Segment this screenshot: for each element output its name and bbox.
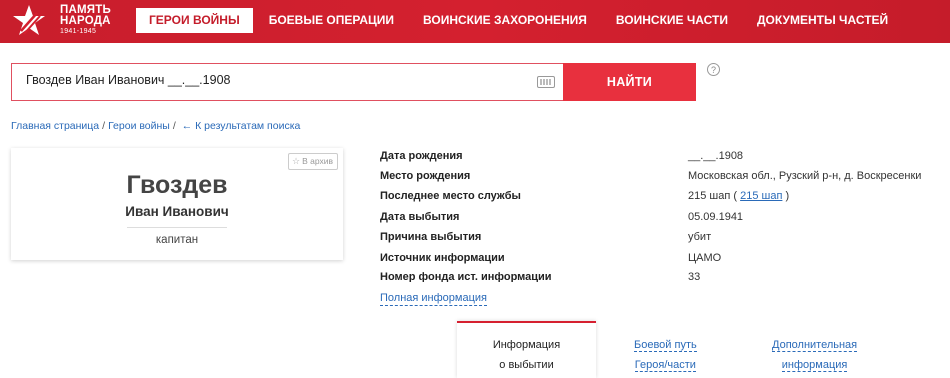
- person-surname: Гвоздев: [126, 171, 228, 199]
- main-nav: ГЕРОИ ВОЙНЫ БОЕВЫЕ ОПЕРАЦИИ ВОИНСКИЕ ЗАХ…: [136, 8, 904, 33]
- star-icon: [13, 5, 45, 35]
- archive-label: В архив: [302, 156, 333, 166]
- info-row-fund-number-clip: Номер фонда ист. информации 33: [380, 271, 950, 282]
- tab-label-line1: Боевой путь: [634, 339, 697, 352]
- person-card: ☆ В архив Гвоздев Иван Иванович капитан: [11, 148, 343, 260]
- star-outline-icon: ☆: [292, 156, 301, 166]
- breadcrumb-heroes[interactable]: Герои войны: [108, 120, 170, 132]
- unit-link[interactable]: 215 шап: [740, 190, 782, 202]
- tab-label-line1: Информация: [492, 339, 561, 351]
- info-row-fund-number: Номер фонда ист. информации 33: [380, 271, 950, 282]
- help-icon[interactable]: ?: [707, 63, 720, 76]
- keyboard-icon[interactable]: [537, 76, 555, 88]
- breadcrumb: Главная страница / Герои войны / ← К резуль…: [11, 120, 300, 132]
- nav-units[interactable]: ВОИНСКИЕ ЧАСТИ: [603, 8, 741, 33]
- info-label: Источник информации: [380, 252, 505, 264]
- nav-heroes[interactable]: ГЕРОИ ВОЙНЫ: [136, 8, 253, 33]
- info-value: ЦАМО: [688, 252, 722, 264]
- tab-additional-info[interactable]: Дополнительная информация: [772, 335, 858, 375]
- info-value: 215 шап ( 215 шап ): [688, 190, 789, 202]
- search-button[interactable]: НАЙТИ: [563, 63, 696, 101]
- nav-burials[interactable]: ВОИНСКИЕ ЗАХОРОНЕНИЯ: [410, 8, 600, 33]
- person-rank: капитан: [155, 234, 199, 246]
- breadcrumb-separator: /: [172, 120, 176, 132]
- tab-label-line1: Дополнительная: [772, 339, 858, 352]
- nav-unit-documents[interactable]: ДОКУМЕНТЫ ЧАСТЕЙ: [744, 8, 901, 33]
- info-label: Причина выбытия: [380, 231, 482, 243]
- info-row-birth-place: Место рождения Московская обл., Рузский …: [380, 170, 950, 186]
- nav-operations[interactable]: БОЕВЫЕ ОПЕРАЦИИ: [256, 8, 407, 33]
- full-info-link[interactable]: Полная информация: [380, 292, 487, 306]
- info-row-last-service: Последнее место службы 215 шап ( 215 шап…: [380, 190, 950, 206]
- info-row-birth-date: Дата рождения __.__.1908: [380, 150, 950, 166]
- top-header: ПАМЯТЬ НАРОДА 1941-1945 ГЕРОИ ВОЙНЫ БОЕВ…: [0, 0, 950, 43]
- logo-line2: НАРОДА: [60, 15, 111, 27]
- logo-text: ПАМЯТЬ НАРОДА 1941-1945: [60, 4, 111, 37]
- person-given-names: Иван Иванович: [125, 204, 229, 219]
- tab-label-line2: о выбытии: [499, 359, 554, 371]
- info-label: Дата выбытия: [380, 211, 460, 223]
- logo-years: 1941-1945: [60, 28, 97, 35]
- info-value: __.__.1908: [688, 150, 744, 162]
- card-divider: [127, 227, 227, 228]
- info-value: 33: [688, 271, 701, 282]
- value-suffix: ): [785, 190, 790, 202]
- tab-combat-path[interactable]: Боевой путь Героя/части: [634, 335, 697, 375]
- archive-button[interactable]: ☆ В архив: [288, 153, 338, 170]
- info-label: Номер фонда ист. информации: [380, 271, 552, 282]
- tab-label-line2: информация: [781, 359, 848, 372]
- info-row-leave-reason: Причина выбытия убит: [380, 231, 950, 247]
- info-label: Дата рождения: [380, 150, 463, 162]
- info-value: 05.09.1941: [688, 211, 744, 223]
- site-logo[interactable]: ПАМЯТЬ НАРОДА 1941-1945: [12, 4, 132, 40]
- info-row-source: Источник информации ЦАМО: [380, 252, 950, 268]
- info-value: Московская обл., Рузский р-н, д. Воскрес…: [688, 170, 922, 182]
- search-box: [11, 63, 564, 101]
- info-value: убит: [688, 231, 712, 243]
- tab-leave-info[interactable]: Информация о выбытии: [457, 321, 596, 378]
- info-label: Место рождения: [380, 170, 471, 182]
- tab-label-line2: Героя/части: [634, 359, 696, 372]
- back-to-results-link[interactable]: ← К результатам поиска: [182, 120, 301, 132]
- breadcrumb-separator: /: [102, 120, 106, 132]
- breadcrumb-home[interactable]: Главная страница: [11, 120, 99, 132]
- info-label: Последнее место службы: [380, 190, 521, 202]
- value-prefix: 215 шап (: [688, 190, 738, 202]
- search-input[interactable]: [26, 73, 526, 87]
- info-row-leave-date: Дата выбытия 05.09.1941: [380, 211, 950, 227]
